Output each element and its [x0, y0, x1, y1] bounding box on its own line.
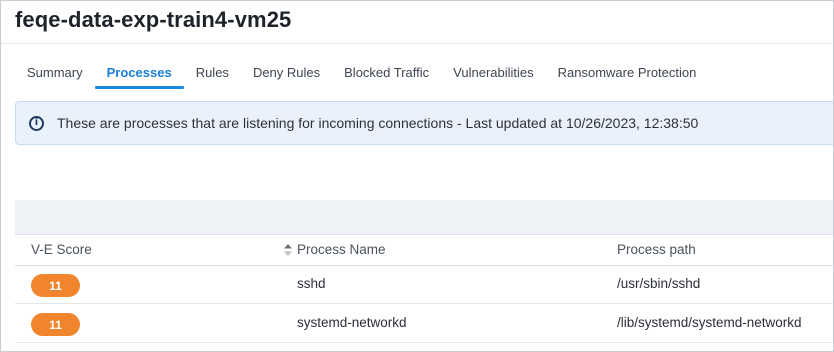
process-path-cell: /usr/sbin/sshd	[617, 276, 701, 291]
process-name-cell: sshd	[297, 276, 326, 291]
tab-blocked-traffic[interactable]: Blocked Traffic	[332, 59, 441, 89]
score-badge: 11	[31, 313, 80, 336]
table-row[interactable]: 11 systemd-networkd /lib/systemd/systemd…	[15, 305, 833, 343]
app-window: feqe-data-exp-train4-vm25 Summary Proces…	[0, 0, 834, 352]
tab-rules[interactable]: Rules	[184, 59, 241, 89]
title-divider	[1, 43, 833, 44]
tab-vulnerabilities[interactable]: Vulnerabilities	[441, 59, 545, 89]
column-header-ve-score[interactable]: V-E Score	[31, 242, 92, 257]
table-toolbar	[15, 200, 833, 234]
info-banner: i These are processes that are listening…	[15, 101, 833, 145]
tab-bar: Summary Processes Rules Deny Rules Block…	[15, 59, 708, 89]
process-name-cell: systemd-networkd	[297, 315, 407, 330]
info-banner-text: These are processes that are listening f…	[57, 115, 699, 131]
tab-deny-rules[interactable]: Deny Rules	[241, 59, 332, 89]
column-header-process-name[interactable]: Process Name	[297, 242, 386, 257]
table-row[interactable]: 11 sshd /usr/sbin/sshd	[15, 266, 833, 304]
table-header: V-E Score Process Name Process path	[15, 234, 833, 266]
tab-processes[interactable]: Processes	[94, 59, 184, 89]
page-title: feqe-data-exp-train4-vm25	[15, 7, 292, 32]
score-badge: 11	[31, 274, 80, 297]
info-icon: i	[29, 115, 44, 131]
tab-ransomware-protection[interactable]: Ransomware Protection	[546, 59, 709, 89]
sort-icon[interactable]	[284, 244, 292, 256]
tab-summary[interactable]: Summary	[15, 59, 95, 89]
column-header-process-path[interactable]: Process path	[617, 242, 696, 257]
process-path-cell: /lib/systemd/systemd-networkd	[617, 315, 802, 330]
